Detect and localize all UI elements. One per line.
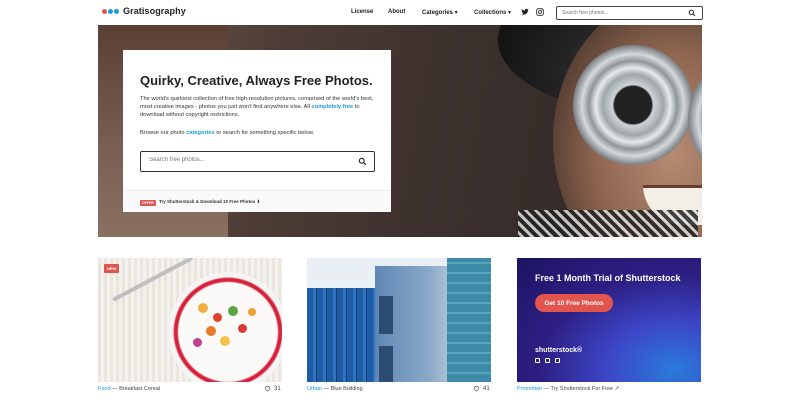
music-icon bbox=[545, 358, 550, 363]
ad-icons bbox=[535, 358, 560, 363]
hero-search-input[interactable] bbox=[149, 157, 349, 163]
building-right bbox=[447, 258, 491, 382]
header-search-input[interactable] bbox=[562, 10, 687, 16]
building-left bbox=[307, 288, 377, 382]
hero-card: Quirky, Creative, Always Free Photos. Th… bbox=[123, 50, 391, 212]
card-caption-promo: Promotion — Try Shutterstock For Free ↗ bbox=[517, 386, 619, 392]
photo-title[interactable]: — Blue Building bbox=[322, 386, 363, 392]
new-badge: NEW bbox=[104, 264, 120, 273]
nav-categories[interactable]: Categories ▾ bbox=[422, 9, 458, 16]
likes-count: 31 bbox=[274, 385, 281, 392]
photo-title[interactable]: — Breakfast Cereal bbox=[111, 386, 160, 392]
offer-badge: OFFER bbox=[140, 200, 156, 206]
browse-text-end: or search for something specific below. bbox=[214, 130, 315, 136]
likes-building[interactable]: 41 bbox=[473, 385, 490, 392]
photo-card-cereal[interactable]: NEW bbox=[98, 258, 282, 382]
cereal-bowl bbox=[168, 272, 282, 382]
hero-browse: Browse our photo categories or search fo… bbox=[140, 130, 314, 136]
photo-card-building[interactable] bbox=[307, 258, 491, 382]
hero-description: The world's quirkiest collection of free… bbox=[140, 95, 378, 119]
twitter-icon[interactable] bbox=[521, 8, 529, 16]
site-header: Gratisography License About Categories ▾… bbox=[0, 0, 800, 26]
logo-text: Gratisography bbox=[123, 6, 186, 16]
camera-icon bbox=[535, 358, 540, 363]
search-icon[interactable] bbox=[358, 157, 367, 166]
category-link[interactable]: Food bbox=[98, 386, 111, 392]
hero-shirt bbox=[518, 210, 698, 237]
nav-collections[interactable]: Collections ▾ bbox=[474, 9, 511, 16]
logo-icon bbox=[102, 8, 119, 14]
ad-title: Free 1 Month Trial of Shutterstock bbox=[535, 273, 681, 283]
goggle-left bbox=[573, 45, 693, 165]
nav-about[interactable]: About bbox=[388, 9, 405, 15]
hero-search bbox=[140, 151, 375, 172]
categories-link[interactable]: categories bbox=[186, 130, 214, 136]
likes-count: 41 bbox=[483, 385, 490, 392]
category-link[interactable]: Urban bbox=[307, 386, 322, 392]
browse-text: Browse our photo bbox=[140, 130, 187, 136]
promo-title[interactable]: — Try Shutterstock For Free ↗ bbox=[542, 386, 620, 392]
shutterstock-ad[interactable]: Free 1 Month Trial of Shutterstock Get 1… bbox=[517, 258, 701, 382]
heart-icon[interactable] bbox=[264, 385, 271, 392]
logo[interactable]: Gratisography bbox=[102, 6, 186, 16]
nav-license[interactable]: License bbox=[351, 9, 373, 15]
instagram-icon[interactable] bbox=[536, 8, 544, 16]
heart-icon[interactable] bbox=[473, 385, 480, 392]
get-free-photos-button[interactable]: Get 10 Free Photos bbox=[535, 294, 613, 312]
hero-title: Quirky, Creative, Always Free Photos. bbox=[140, 73, 373, 88]
header-search bbox=[556, 6, 703, 20]
completely-free-link[interactable]: completely free bbox=[311, 104, 353, 110]
likes-cereal[interactable]: 31 bbox=[264, 385, 281, 392]
video-icon bbox=[555, 358, 560, 363]
category-link[interactable]: Promotion bbox=[517, 386, 542, 392]
offer-bar[interactable]: OFFER Try Shutterstock & Download 10 Fre… bbox=[123, 190, 391, 212]
offer-link[interactable]: Try Shutterstock & Download 10 Free Phot… bbox=[159, 199, 260, 205]
search-icon[interactable] bbox=[688, 9, 696, 17]
shutterstock-logo: shutterstock® bbox=[535, 347, 583, 354]
card-caption-cereal: Food — Breakfast Cereal bbox=[98, 386, 160, 392]
card-caption-building: Urban — Blue Building bbox=[307, 386, 363, 392]
